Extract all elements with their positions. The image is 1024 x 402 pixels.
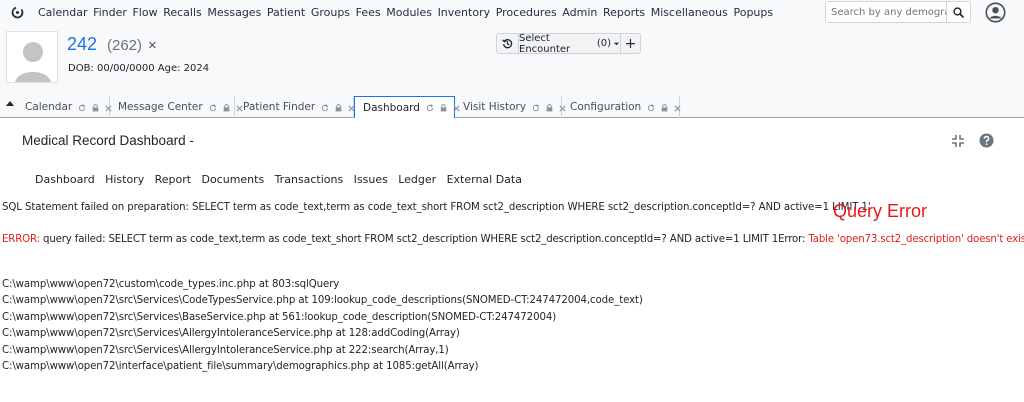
menu-item-recalls[interactable]: Recalls	[163, 6, 202, 19]
menu-item-procedures[interactable]: Procedures	[496, 6, 557, 19]
top-navbar: Calendar Finder Flow Recalls Messages Patient…	[0, 0, 1024, 26]
main-menu: Calendar Finder Flow Recalls Messages Patient…	[38, 6, 779, 19]
menu-item-modules[interactable]: Modules	[386, 6, 432, 19]
refresh-icon[interactable]	[78, 103, 86, 112]
page-title: Medical Record Dashboard -	[22, 133, 194, 148]
patient-id-link[interactable]: 242	[67, 34, 97, 55]
sql-statement-error: SQL Statement failed on preparation: SEL…	[2, 202, 871, 213]
menu-item-reports[interactable]: Reports	[603, 6, 645, 19]
lock-icon[interactable]	[223, 103, 230, 112]
error-text: query failed: SELECT term as code_text,t…	[39, 234, 809, 245]
refresh-icon[interactable]	[647, 103, 655, 112]
tab-label: Configuration	[570, 101, 642, 113]
lock-icon[interactable]	[440, 103, 447, 112]
tab-bar: Calendar Message Center Patient Finder Dash…	[0, 96, 1024, 119]
menu-item-groups[interactable]: Groups	[311, 6, 350, 19]
menu-item-admin[interactable]: Admin	[562, 6, 597, 19]
subnav-documents[interactable]: Documents	[201, 173, 264, 186]
search-icon	[953, 6, 964, 18]
menu-item-fees[interactable]: Fees	[356, 6, 381, 19]
tab-label: Message Center	[118, 101, 203, 113]
patient-pid: (262)	[107, 37, 143, 54]
compress-icon[interactable]	[951, 134, 965, 148]
dashboard-subnav: Dashboard History Report Documents Transacti…	[35, 173, 532, 186]
close-patient-button[interactable]: ×	[148, 37, 157, 54]
user-circle-icon[interactable]	[985, 2, 1006, 23]
menu-item-flow[interactable]: Flow	[132, 6, 157, 19]
search-button[interactable]	[946, 2, 970, 22]
menu-item-miscellaneous[interactable]: Miscellaneous	[651, 6, 728, 19]
patient-avatar	[6, 31, 58, 83]
refresh-icon[interactable]	[532, 103, 540, 112]
subnav-external-data[interactable]: External Data	[447, 173, 522, 186]
encounter-history-button[interactable]	[497, 34, 519, 53]
main-content: Medical Record Dashboard - Dashboard Hist…	[0, 118, 1024, 402]
tab-label: Patient Finder	[243, 101, 316, 113]
error-detail: Table 'open73.sct2_description' doesn't …	[808, 234, 1024, 245]
tab-collapse-icon[interactable]	[5, 99, 15, 107]
tab-patient-finder[interactable]: Patient Finder	[235, 96, 355, 118]
trace-line: C:\wamp\www\open72\src\Services\AllergyI…	[2, 328, 460, 340]
tab-calendar[interactable]: Calendar	[17, 96, 112, 118]
encounter-count: (0)	[596, 38, 612, 49]
tab-label: Visit History	[463, 101, 527, 113]
menu-item-calendar[interactable]: Calendar	[38, 6, 87, 19]
query-error-heading: Query Error	[833, 201, 928, 221]
add-encounter-button[interactable]: +	[621, 34, 640, 53]
refresh-icon[interactable]	[426, 103, 434, 112]
subnav-report[interactable]: Report	[155, 173, 191, 186]
tab-label: Calendar	[25, 101, 73, 113]
tab-visit-history[interactable]: Visit History	[455, 96, 566, 118]
menu-item-finder[interactable]: Finder	[93, 6, 127, 19]
lock-icon[interactable]	[661, 103, 668, 112]
refresh-icon[interactable]	[209, 103, 217, 112]
stack-trace: C:\wamp\www\open72\custom\code_types.inc…	[2, 277, 643, 375]
tab-configuration[interactable]: Configuration	[562, 96, 681, 118]
encounter-controls: Select Encounter (0) +	[496, 32, 641, 55]
subnav-ledger[interactable]: Ledger	[398, 173, 436, 186]
subnav-history[interactable]: History	[105, 173, 144, 186]
tab-message-center[interactable]: Message Center	[110, 96, 243, 118]
tab-label: Dashboard	[363, 101, 420, 114]
lock-icon[interactable]	[335, 103, 342, 112]
close-icon[interactable]	[674, 103, 681, 112]
trace-line: C:\wamp\www\open72\src\Services\CodeType…	[2, 295, 643, 307]
subnav-transactions[interactable]: Transactions	[275, 173, 344, 186]
trace-line: C:\wamp\www\open72\src\Services\AllergyI…	[2, 344, 449, 356]
caret-down-icon	[613, 42, 620, 45]
menu-item-messages[interactable]: Messages	[207, 6, 261, 19]
menu-item-popups[interactable]: Popups	[733, 6, 773, 19]
trace-line: C:\wamp\www\open72\interface\patient_fil…	[2, 361, 479, 373]
avatar-placeholder-icon	[7, 32, 57, 82]
trace-line: C:\wamp\www\open72\src\Services\BaseServ…	[2, 311, 557, 323]
history-icon	[502, 39, 513, 49]
menu-item-inventory[interactable]: Inventory	[438, 6, 491, 19]
openemr-logo-icon[interactable]	[11, 6, 24, 19]
query-failed-line: ERROR: query failed: SELECT term as code…	[2, 234, 1024, 245]
select-encounter-dropdown[interactable]: Select Encounter (0)	[519, 32, 621, 55]
trace-line: C:\wamp\www\open72\custom\code_types.inc…	[2, 279, 340, 290]
subnav-issues[interactable]: Issues	[354, 173, 388, 186]
lock-icon[interactable]	[92, 103, 99, 112]
menu-item-patient[interactable]: Patient	[267, 6, 305, 19]
tab-dashboard[interactable]: Dashboard	[354, 96, 460, 119]
search-input[interactable]	[826, 2, 946, 22]
lock-icon[interactable]	[546, 103, 553, 112]
help-icon[interactable]	[979, 133, 994, 148]
patient-dob-age: DOB: 00/00/0000 Age: 2024	[68, 63, 210, 74]
subnav-dashboard[interactable]: Dashboard	[35, 173, 95, 186]
error-label: ERROR:	[2, 234, 40, 245]
select-encounter-label: Select Encounter	[519, 32, 571, 55]
patient-search	[825, 1, 971, 23]
refresh-icon[interactable]	[321, 103, 329, 112]
